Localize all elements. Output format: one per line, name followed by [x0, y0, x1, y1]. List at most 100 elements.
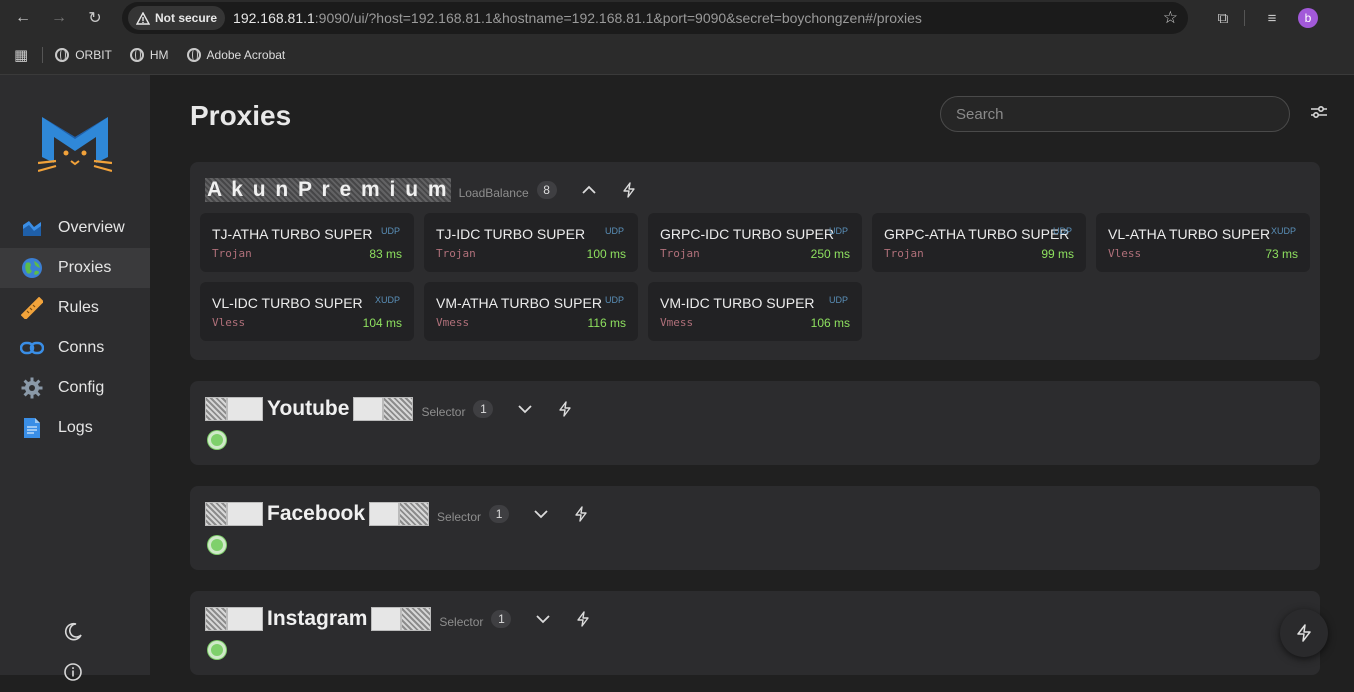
back-icon[interactable]: ←: [8, 3, 38, 33]
moon-icon[interactable]: [63, 612, 83, 652]
document-icon: [20, 416, 44, 440]
bookmarks-bar: ▦ ORBIT HM Adobe Acrobat: [0, 36, 1354, 75]
search-input[interactable]: [940, 96, 1290, 132]
globe-icon: [129, 48, 144, 62]
proxy-latency: 73 ms: [1265, 247, 1298, 261]
proxy-name: VM-IDC TURBO SUPER: [660, 295, 815, 311]
sidebar-item-label: Rules: [58, 299, 99, 316]
group-count-badge: 8: [536, 181, 557, 199]
security-chip[interactable]: Not secure: [128, 6, 226, 30]
group-type: LoadBalance: [458, 186, 529, 200]
avatar: b: [1298, 8, 1318, 28]
chevron-down-icon[interactable]: [513, 404, 537, 414]
security-label: Not secure: [155, 11, 218, 25]
proxy-card[interactable]: GRPC-IDC TURBO SUPER UDP Trojan 250 ms: [648, 213, 862, 272]
globe-icon: [55, 48, 70, 62]
forward-icon[interactable]: →: [44, 3, 74, 33]
proxy-card[interactable]: VL-IDC TURBO SUPER XUDP Vless 104 ms: [200, 282, 414, 341]
emoji-glyph-icon: [205, 607, 227, 631]
emoji-glyph-icon: [227, 397, 263, 421]
latency-test-bolt-icon[interactable]: [569, 506, 593, 522]
ruler-icon: [20, 296, 44, 320]
proxy-name: VL-ATHA TURBO SUPER: [1108, 226, 1271, 242]
group-header: Youtube Selector 1: [205, 397, 577, 421]
sidebar-item-label: Overview: [58, 219, 125, 236]
udp-badge: UDP: [828, 226, 848, 236]
udp-badge: XUDP: [1270, 226, 1296, 236]
emoji-glyph-icon: [205, 397, 227, 421]
proxy-card[interactable]: GRPC-ATHA TURBO SUPER UDP Trojan 99 ms: [872, 213, 1086, 272]
proxy-group: A k u n P r e m i u m LoadBalance 8 TJ-A…: [190, 162, 1320, 360]
bookmark-item[interactable]: Adobe Acrobat: [186, 48, 285, 62]
proxy-latency: 106 ms: [810, 316, 850, 330]
sidebar-item-proxies[interactable]: Proxies: [0, 248, 150, 288]
status-dot[interactable]: [208, 431, 226, 449]
settings-sliders-icon[interactable]: [1310, 104, 1328, 120]
proxy-name: VM-ATHA TURBO SUPER: [436, 295, 602, 311]
extensions-icon[interactable]: ⧉: [1208, 3, 1238, 33]
sidebar-item-label: Logs: [58, 419, 93, 436]
sidebar-item-overview[interactable]: Overview: [0, 208, 150, 248]
udp-badge: UDP: [604, 226, 624, 236]
sidebar-item-conns[interactable]: Conns: [0, 328, 150, 368]
proxy-name: VL-IDC TURBO SUPER: [212, 295, 363, 311]
cat-logo-icon: [38, 117, 112, 173]
latency-test-bolt-icon[interactable]: [553, 401, 577, 417]
bolt-icon: [1297, 624, 1311, 642]
media-queue-icon[interactable]: ≡: [1257, 3, 1287, 33]
sidebar-item-rules[interactable]: Rules: [0, 288, 150, 328]
globe-icon: [20, 256, 44, 280]
emoji-glyph-icon: [399, 502, 430, 526]
profile-button[interactable]: b: [1293, 3, 1323, 33]
proxy-card[interactable]: VM-IDC TURBO SUPER UDP Vmess 106 ms: [648, 282, 862, 341]
group-type: Selector: [437, 510, 482, 524]
proxy-group: Youtube Selector 1: [190, 381, 1320, 465]
globe-icon: [186, 48, 201, 62]
proxy-name: TJ-IDC TURBO SUPER: [436, 226, 586, 242]
test-all-latency-button[interactable]: [1280, 609, 1328, 657]
proxy-card[interactable]: TJ-IDC TURBO SUPER UDP Trojan 100 ms: [424, 213, 638, 272]
url-text[interactable]: 192.168.81.1:9090/ui/?host=192.168.81.1&…: [233, 10, 1163, 26]
proxy-card[interactable]: VL-ATHA TURBO SUPER XUDP Vless 73 ms: [1096, 213, 1310, 272]
sidebar-nav: Overview Proxies Rules Conns Config Logs: [0, 208, 150, 448]
status-dot[interactable]: [208, 641, 226, 659]
group-type: Selector: [421, 405, 466, 419]
sidebar-item-config[interactable]: Config: [0, 368, 150, 408]
group-name: A k u n P r e m i u m: [205, 178, 451, 202]
bookmark-star-icon[interactable]: ☆: [1163, 8, 1178, 28]
proxy-protocol: Vmess: [436, 316, 470, 329]
proxy-protocol: Vless: [212, 316, 246, 329]
address-bar[interactable]: Not secure 192.168.81.1:9090/ui/?host=19…: [122, 2, 1188, 34]
latency-test-bolt-icon[interactable]: [571, 611, 595, 627]
emoji-glyph-icon: [383, 397, 414, 421]
chevron-down-icon[interactable]: [531, 614, 555, 624]
bookmark-item[interactable]: ORBIT: [55, 48, 112, 62]
emoji-glyph-icon: [205, 502, 227, 526]
reload-icon[interactable]: ↻: [80, 3, 110, 33]
chevron-up-icon[interactable]: [577, 185, 601, 195]
group-type: Selector: [439, 615, 484, 629]
proxy-latency: 99 ms: [1041, 247, 1074, 261]
latency-test-bolt-icon[interactable]: [617, 182, 641, 198]
chevron-down-icon[interactable]: [529, 509, 553, 519]
info-icon[interactable]: [63, 652, 83, 692]
proxy-protocol: Trojan: [212, 247, 252, 260]
divider: [1244, 10, 1245, 26]
group-count-badge: 1: [489, 505, 510, 523]
group-count-badge: 1: [491, 610, 512, 628]
proxy-card[interactable]: VM-ATHA TURBO SUPER UDP Vmess 116 ms: [424, 282, 638, 341]
sidebar-footer: [63, 612, 83, 692]
proxy-group: Instagram Selector 1: [190, 591, 1320, 675]
group-count-badge: 1: [473, 400, 494, 418]
gear-icon: [20, 376, 44, 400]
url-path: :9090/ui/?host=192.168.81.1&hostname=192…: [314, 10, 922, 26]
status-dot[interactable]: [208, 536, 226, 554]
proxy-name: GRPC-IDC TURBO SUPER: [660, 226, 834, 242]
udp-badge: XUDP: [374, 295, 400, 305]
sidebar-item-logs[interactable]: Logs: [0, 408, 150, 448]
proxy-card[interactable]: TJ-ATHA TURBO SUPER UDP Trojan 83 ms: [200, 213, 414, 272]
link-icon: [20, 336, 44, 360]
bookmark-item[interactable]: HM: [129, 48, 169, 62]
page-title: Proxies: [190, 100, 292, 131]
apps-grid-icon[interactable]: ▦: [14, 46, 28, 64]
